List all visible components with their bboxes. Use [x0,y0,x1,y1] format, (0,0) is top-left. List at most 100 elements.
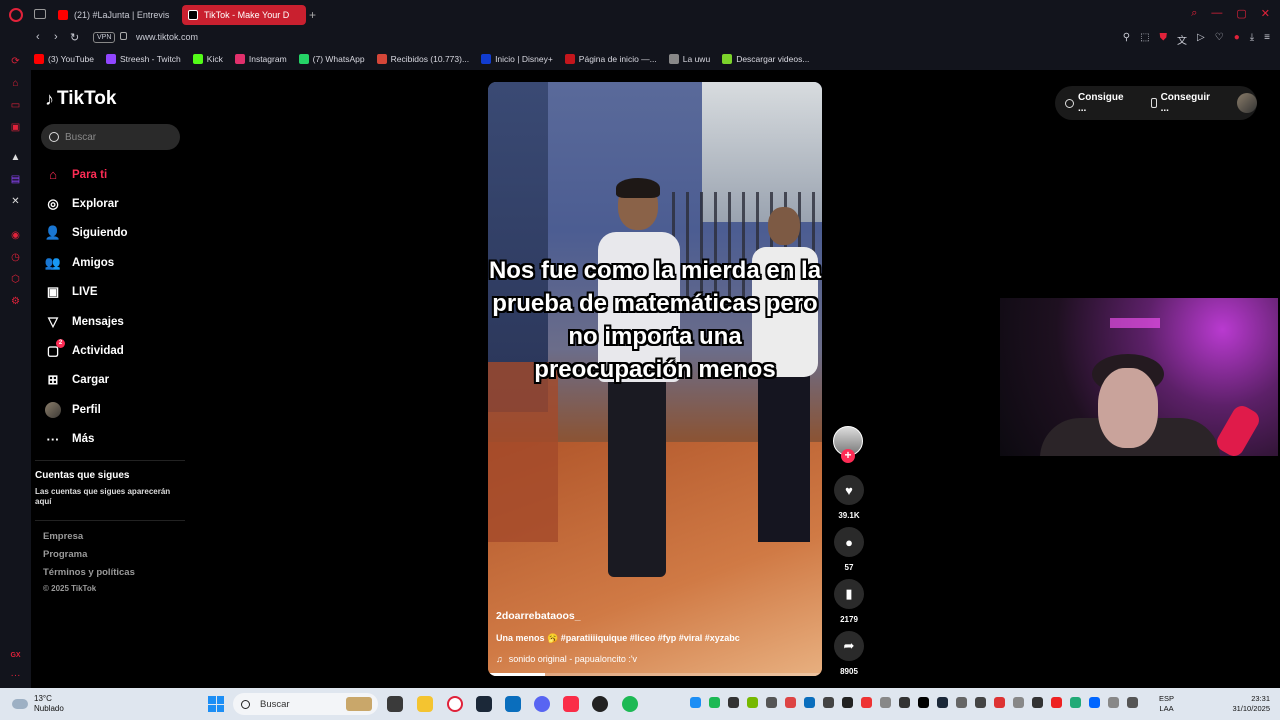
tray-app-icon[interactable] [1070,697,1081,708]
profile-icon[interactable]: ● [1234,32,1240,47]
tray-app-icon[interactable] [1051,697,1062,708]
menu-icon[interactable]: ≡ [1264,32,1270,47]
bookmark-item[interactable]: Descargar videos... [722,54,809,64]
windows-start-icon[interactable] [208,696,224,712]
tray-app-icon[interactable] [823,697,834,708]
search-input[interactable]: Buscar [41,124,180,150]
tray-app-icon[interactable] [994,697,1005,708]
opera-gx-app-icon[interactable] [447,696,463,712]
opera-logo-icon[interactable] [9,8,23,22]
video-sound[interactable]: ♫ sonido original - papualoncito :'v [496,654,637,664]
shield-icon[interactable]: ⛊ [1160,32,1168,47]
spotify-icon[interactable] [622,696,638,712]
play-icon[interactable]: ▷ [1197,32,1205,47]
tiktok-logo[interactable]: ♪ TikTok [45,88,116,110]
music-icon[interactable] [563,696,579,712]
forward-button[interactable]: › [54,31,58,43]
pin-icon[interactable]: ⚲ [1123,32,1130,47]
history-icon[interactable]: ◷ [10,252,21,263]
bookmark-item[interactable]: Kick [192,54,223,64]
video-player[interactable]: Nos fue como la mierda en la prueba de m… [488,82,822,676]
player-icon[interactable]: ◉ [10,230,21,241]
comment-button[interactable]: ● [834,527,864,557]
tray-app-icon[interactable] [709,697,720,708]
taskbar-search[interactable]: Buscar [233,693,378,715]
x-twitter-icon[interactable]: ✕ [10,196,21,207]
footer-link-program[interactable]: Programa [43,549,135,567]
extensions-icon[interactable]: ⬡ [10,274,21,285]
nav-item-mensajes[interactable]: ▽ Mensajes [45,307,128,336]
download-icon[interactable]: ⤓ [1250,32,1254,47]
bookmark-item[interactable]: (3) YouTube [34,54,94,64]
discord-icon[interactable] [534,696,550,712]
nav-item-más[interactable]: ··· Más [45,425,128,454]
tray-app-icon[interactable] [861,697,872,708]
tray-app-icon[interactable] [804,697,815,708]
get-coins-button[interactable]: Consigue ... [1065,92,1135,114]
nav-item-explorar[interactable]: ◎ Explorar [45,189,128,218]
bookmark-item[interactable]: Streesh - Twitch [106,54,181,64]
tray-app-icon[interactable] [918,697,929,708]
browser-tab-tiktok[interactable]: TikTok - Make Your Day [182,5,306,25]
url-field[interactable]: www.tiktok.com [136,32,198,42]
nav-item-perfil[interactable]: Perfil [45,395,128,424]
nav-item-siguiendo[interactable]: 👤 Siguiendo [45,219,128,248]
bookmark-item[interactable]: Instagram [234,54,287,64]
close-button[interactable]: ✕ [1261,7,1270,20]
gx-corner-icon[interactable]: ⌂ [10,78,21,89]
nav-item-para-ti[interactable]: ⌂ Para ti [45,160,128,189]
task-view-icon[interactable] [387,696,403,712]
store-icon[interactable] [505,696,521,712]
gx-control-icon[interactable]: ⟳ [10,56,21,67]
tray-app-icon[interactable] [785,697,796,708]
messenger-icon[interactable]: ▣ [10,122,21,133]
twitch-icon[interactable]: ▤ [10,174,21,185]
bookmark-item[interactable]: Inicio | Disney+ [481,54,553,64]
steam-icon[interactable] [476,696,492,712]
nav-item-actividad[interactable]: ▢ 2 Actividad [45,336,128,365]
file-explorer-icon[interactable] [417,696,433,712]
tray-app-icon[interactable] [1127,697,1138,708]
tray-app-icon[interactable] [728,697,739,708]
bookmark-item[interactable]: (7) WhatsApp [298,54,365,64]
search-tabs-icon[interactable]: ⌕ [1191,7,1197,20]
follow-button[interactable]: + [841,449,855,463]
gx-label[interactable]: GX [10,650,21,661]
tray-app-icon[interactable] [899,697,910,708]
bookmark-item[interactable]: La uwu [668,54,710,64]
weather-widget[interactable]: 13°C Nublado [12,694,64,714]
nav-item-cargar[interactable]: ⊞ Cargar [45,366,128,395]
language-indicator[interactable]: ESP LAA [1159,694,1174,714]
user-avatar[interactable] [1237,93,1257,113]
more-icon[interactable]: ··· [10,670,21,681]
tray-app-icon[interactable] [937,697,948,708]
tray-app-icon[interactable] [842,697,853,708]
maximize-button[interactable]: ▢ [1236,7,1246,20]
tray-app-icon[interactable] [880,697,891,708]
snapshot-icon[interactable]: ⬚ [1140,32,1149,47]
tray-app-icon[interactable] [690,697,701,708]
save-button[interactable]: ▮ [834,579,864,609]
tray-app-icon[interactable] [1032,697,1043,708]
footer-link-terms[interactable]: Términos y políticas [43,567,135,585]
share-button[interactable]: ➦ [834,631,864,661]
bookmark-item[interactable]: Página de inicio —... [564,54,657,64]
tray-app-icon[interactable] [956,697,967,708]
back-button[interactable]: ‹ [36,31,40,43]
tray-app-icon[interactable] [766,697,777,708]
vpn-badge[interactable]: VPN [93,32,116,43]
heart-icon[interactable]: ♡ [1215,32,1224,47]
nav-item-amigos[interactable]: 👥 Amigos [45,248,128,277]
chat-icon[interactable]: ▭ [10,100,21,111]
footer-link-company[interactable]: Empresa [43,531,135,549]
translate-icon[interactable]: 文 [1177,32,1187,47]
minimize-button[interactable]: — [1211,7,1222,20]
tray-app-icon[interactable] [1108,697,1119,708]
aria-icon[interactable]: ▲ [10,152,21,163]
lock-icon[interactable] [120,32,127,40]
nav-item-live[interactable]: ▣ LIVE [45,278,128,307]
bookmark-item[interactable]: Recibidos (10.773)... [376,54,469,64]
video-progress-bar[interactable] [488,673,822,676]
video-description[interactable]: Una menos 🥱 #paratiiiiquique #liceo #fyp… [496,633,740,644]
browser-tab-youtube[interactable]: (21) #LaJunta | Entrevista [52,5,176,25]
